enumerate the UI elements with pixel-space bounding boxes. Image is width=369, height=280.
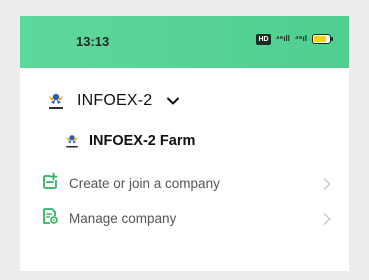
company-selector[interactable]: INFOEX-2 — [45, 90, 180, 112]
company-name: INFOEX-2 — [77, 92, 153, 109]
chevron-right-icon — [323, 177, 331, 195]
chevron-right-icon — [323, 212, 331, 230]
manage-company-icon — [41, 207, 59, 230]
signal-icon: ⁴⁶ıll — [275, 34, 290, 43]
company-logo-icon — [45, 90, 67, 112]
manage-company-item[interactable]: Manage company — [41, 205, 331, 231]
status-bar: 13:13 HD ⁴⁶ıll ⁴⁶ıl — [20, 16, 349, 68]
farm-name: INFOEX-2 Farm — [89, 133, 196, 149]
status-time: 13:13 — [76, 34, 110, 49]
create-join-company-item[interactable]: Create or join a company — [41, 170, 331, 196]
hd-icon: HD — [256, 33, 271, 45]
company-panel: INFOEX-2 INFOEX-2 Farm Create or join a … — [20, 68, 349, 271]
status-icons: HD ⁴⁶ıll ⁴⁶ıl — [256, 33, 333, 45]
create-company-icon — [41, 172, 59, 195]
farm-item[interactable]: INFOEX-2 Farm — [63, 132, 195, 150]
signal-icon-2: ⁴⁶ıl — [294, 34, 307, 43]
manage-company-label: Manage company — [69, 210, 177, 226]
farm-logo-icon — [63, 132, 81, 150]
chevron-down-icon[interactable] — [166, 94, 180, 108]
battery-icon — [312, 34, 333, 44]
create-join-company-label: Create or join a company — [69, 175, 220, 191]
